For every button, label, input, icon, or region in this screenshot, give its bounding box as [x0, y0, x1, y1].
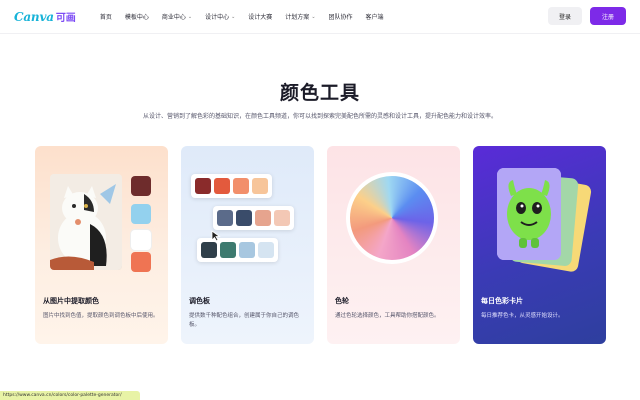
card-title: 色轮: [335, 297, 349, 305]
card-description: 通过色轮选择颜色，工具帮助你搭配颜色。: [335, 313, 440, 319]
logo-cn: 可画: [55, 13, 76, 24]
palette-strip: [197, 238, 278, 262]
nav-link-label: 设计中心: [205, 14, 230, 21]
card-illustration: [327, 146, 460, 286]
color-swatch[interactable]: [131, 204, 151, 224]
nav-link-label: 团队协作: [328, 14, 353, 21]
nav-link-client[interactable]: 客户端: [366, 12, 384, 21]
palette-swatch: [258, 242, 274, 258]
card-title: 每日色彩卡片: [481, 297, 523, 305]
palette-swatch: [274, 210, 290, 226]
color-card: [497, 168, 561, 260]
palette-strip: [213, 206, 294, 230]
status-bar-url: https://www.canva.cn/colors/color-palett…: [0, 391, 140, 400]
page-subtitle: 从设计、营销到了解色彩的基础知识，在颜色工具频道，你可以找到探索完美配色所需的灵…: [142, 113, 497, 120]
nav-link-label: 商业中心: [161, 14, 186, 21]
card-illustration: [35, 146, 168, 286]
nav-link-label: 客户端: [365, 14, 384, 21]
signup-button[interactable]: 注册: [590, 7, 626, 25]
nav-link-contest[interactable]: 设计大赛: [248, 12, 272, 21]
palette-swatch: [217, 210, 233, 226]
card-illustration: [181, 146, 314, 286]
nav-link-plans[interactable]: 计划方案 ⌄: [285, 12, 316, 22]
card-color-palettes[interactable]: 调色板 提供数千种配色组合，创建属于你自己的调色板。: [181, 146, 314, 344]
palette-strip: [191, 174, 272, 198]
card-description: 每日推荐色卡，从灵感开始设计。: [481, 313, 564, 319]
palette-swatch: [195, 178, 211, 194]
canva-logo[interactable]: Canva 可画: [14, 9, 76, 25]
chevron-down-icon: ⌄: [231, 13, 236, 20]
cursor-icon: [211, 230, 221, 242]
nav-link-label: 设计大赛: [248, 14, 273, 21]
nav-link-business[interactable]: 商业中心 ⌄: [161, 12, 193, 22]
palette-swatch: [220, 242, 236, 258]
card-title: 从图片中提取颜色: [43, 297, 99, 305]
color-swatch[interactable]: [131, 176, 151, 196]
palette-swatch: [201, 242, 217, 258]
palette-swatch: [252, 178, 268, 194]
palette-swatch: [255, 210, 271, 226]
card-extract-colors[interactable]: 从图片中提取颜色 图片中找到色值，提取颜色到调色板中后使用。: [35, 146, 168, 344]
palette-swatch: [236, 210, 252, 226]
logo-text: Canva: [14, 9, 54, 24]
nav-link-label: 首页: [99, 14, 112, 21]
nav-actions: 登录 注册: [548, 7, 626, 25]
card-color-wheel[interactable]: 色轮 通过色轮选择颜色，工具帮助你搭配颜色。: [327, 146, 460, 344]
color-swatch[interactable]: [131, 230, 151, 250]
palette-swatch: [214, 178, 230, 194]
cat-photo: [50, 174, 122, 270]
nav-link-label: 模板中心: [124, 14, 149, 21]
palette-swatch: [239, 242, 255, 258]
nav-link-label: 计划方案: [285, 14, 310, 21]
top-nav: Canva 可画 首页 模板中心 商业中心 ⌄ 设计中心 ⌄ 设计大赛 计划方案 ⌄ …: [0, 0, 640, 34]
card-daily-color[interactable]: 每日色彩卡片 每日推荐色卡，从灵感开始设计。: [473, 146, 606, 344]
nav-link-teams[interactable]: 团队协作: [329, 12, 353, 21]
page-title: 颜色工具: [279, 82, 360, 104]
chevron-down-icon: ⌄: [187, 13, 193, 20]
card-illustration: [473, 146, 606, 286]
nav-link-design[interactable]: 设计中心 ⌄: [205, 12, 236, 22]
login-button[interactable]: 登录: [548, 7, 582, 25]
color-swatch[interactable]: [131, 252, 151, 272]
chevron-down-icon: ⌄: [311, 13, 316, 20]
color-wheel-graphic: [346, 172, 438, 264]
nav-link-templates[interactable]: 模板中心: [125, 12, 149, 21]
card-description: 图片中找到色值，提取颜色到调色板中后使用。: [43, 313, 159, 319]
card-title: 调色板: [189, 297, 210, 305]
nav-links: 首页 模板中心 商业中心 ⌄ 设计中心 ⌄ 设计大赛 计划方案 ⌄ 团队协作 客户端: [100, 12, 397, 22]
palette-swatch: [233, 178, 249, 194]
nav-link-home[interactable]: 首页: [100, 12, 112, 21]
card-description: 提供数千种配色组合，创建属于你自己的调色板。: [189, 313, 300, 328]
